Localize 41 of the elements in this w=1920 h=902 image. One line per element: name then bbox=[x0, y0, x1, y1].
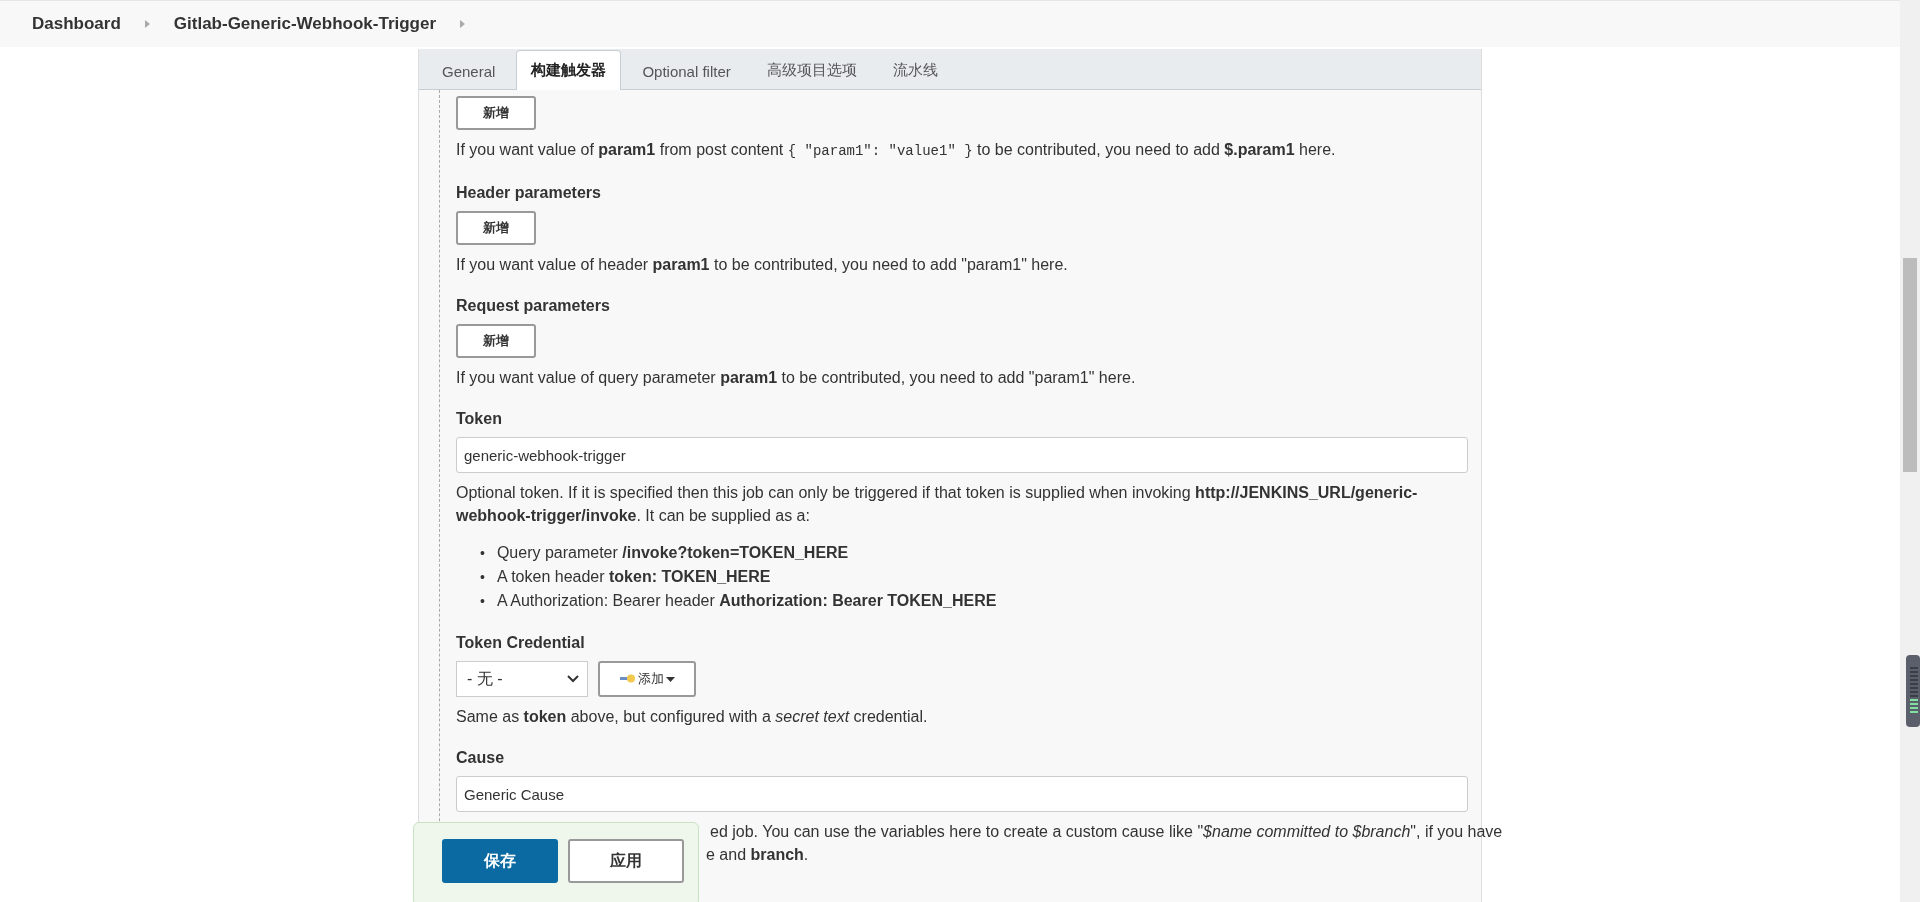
key-icon bbox=[619, 674, 636, 684]
tab[interactable]: 高级项目选项 bbox=[751, 50, 872, 90]
add-credential-button[interactable]: 添加 bbox=[598, 661, 696, 697]
breadcrumb-link[interactable]: Dashboard bbox=[32, 14, 121, 34]
input-field[interactable]: generic-webhook-trigger bbox=[456, 437, 1468, 473]
bullet-text: Query parameter /invoke?token=TOKEN_HERE bbox=[496, 543, 849, 563]
help-text: If you want value of query parameter param1 to be contributed, you need to add "param1" here. bbox=[456, 368, 1137, 388]
bullet-marker: • bbox=[480, 592, 485, 611]
meter-icon bbox=[1906, 655, 1920, 727]
bullet-marker: • bbox=[480, 544, 485, 563]
chevron-icon[interactable] bbox=[144, 20, 150, 28]
caret-icon bbox=[567, 675, 579, 683]
tab[interactable]: Optional filter bbox=[627, 52, 746, 90]
save-button[interactable]: 保存 bbox=[442, 839, 558, 883]
bullet-text: A Authorization: Bearer header Authorization: Bearer TOKEN_HERE bbox=[496, 591, 997, 611]
apply-button[interactable]: 应用 bbox=[568, 839, 684, 883]
section-title: Token Credential bbox=[456, 634, 586, 652]
bullet-text: A token header token: TOKEN_HERE bbox=[496, 567, 771, 587]
section-title: Token bbox=[456, 410, 503, 428]
tab[interactable]: 构建触发器 bbox=[516, 50, 622, 90]
tab[interactable]: General bbox=[427, 52, 511, 90]
breadcrumb-link[interactable]: Gitlab-Generic-Webhook-Trigger bbox=[173, 14, 437, 34]
chevron-icon[interactable] bbox=[460, 20, 466, 28]
help-text: If you want value of param1 from post content { ″param1″: ″value1″ } to be contributed, you need to add $.param1 here. bbox=[456, 140, 1337, 161]
add-button[interactable]: 新增 bbox=[456, 96, 536, 130]
select-field[interactable]: - 无 - bbox=[456, 661, 588, 697]
section-title: Request parameters bbox=[456, 297, 611, 315]
help-text: Same as token above, but configured with a secret text credential. bbox=[456, 707, 929, 727]
section-title: Cause bbox=[456, 749, 506, 767]
tab[interactable]: 流水线 bbox=[877, 50, 953, 90]
help-text: e and branch. bbox=[706, 845, 809, 865]
caret-icon bbox=[665, 676, 675, 682]
bullet-marker: • bbox=[480, 568, 485, 587]
add-button[interactable]: 新增 bbox=[456, 324, 536, 358]
input-field[interactable]: Generic Cause bbox=[456, 776, 1468, 812]
add-button[interactable]: 新增 bbox=[456, 211, 536, 245]
help-text: ed job. You can use the variables here to create a custom cause like "$name committed to $branch", if you have bbox=[710, 822, 1503, 842]
scrollbar-thumb[interactable] bbox=[1903, 258, 1917, 472]
section-title: Header parameters bbox=[456, 184, 602, 202]
help-text: Optional token. If it is specified then this job can only be triggered if that token is supplied when invoking http://JENKINS_URL/generic-webhook-trigger/invoke. It can be supplied as a: bbox=[456, 483, 1419, 526]
help-text: If you want value of header param1 to be contributed, you need to add "param1" here. bbox=[456, 255, 1069, 275]
